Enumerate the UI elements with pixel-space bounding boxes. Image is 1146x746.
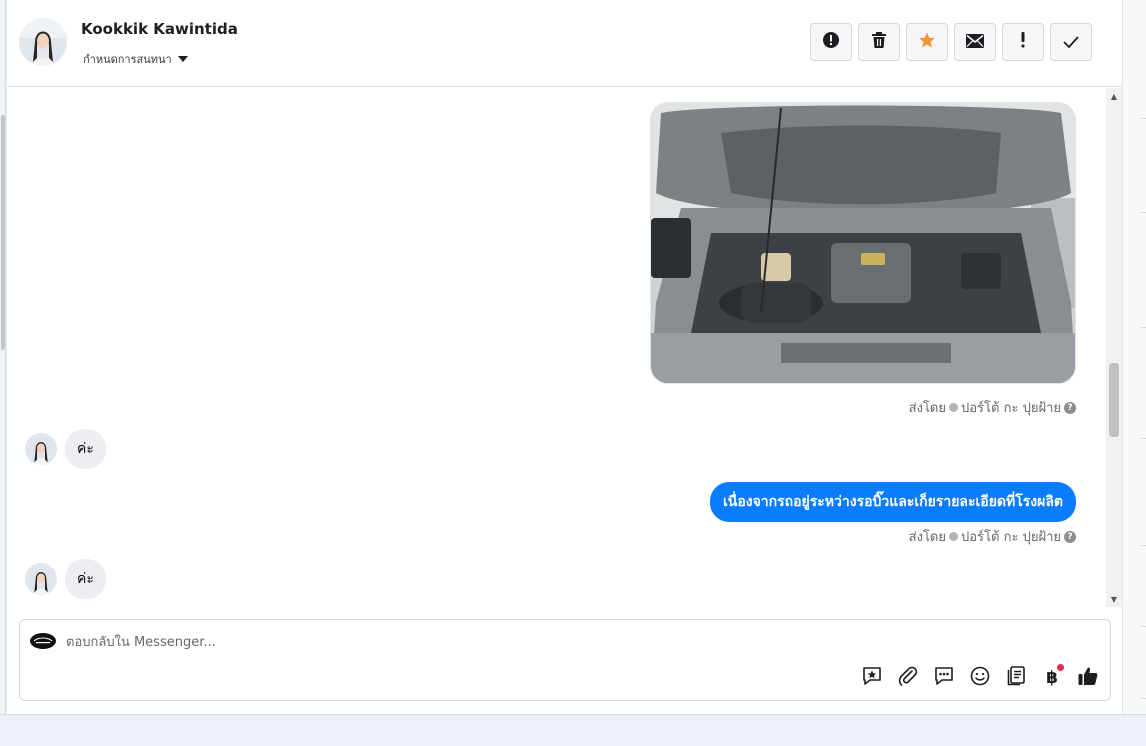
sent-by-label: ส่งโดย (908, 530, 946, 545)
like-button[interactable] (1076, 666, 1100, 690)
conversation-schedule-dropdown[interactable]: กำหนดการสนทนา (83, 50, 188, 68)
outgoing-sent-by: ส่งโดย ปอร์โต้ กะ ปุยฝ้าย ? (909, 526, 1076, 547)
sender-status-dot-icon (949, 532, 958, 541)
exclamation-icon (1020, 32, 1026, 52)
contact-avatar-small[interactable] (25, 433, 57, 465)
payment-button[interactable]: ฿ (1040, 664, 1064, 690)
contact-avatar-small[interactable] (25, 563, 57, 595)
sender-name[interactable]: ปอร์โต้ กะ ปุยฝ้าย (961, 526, 1061, 547)
notes-button[interactable] (1004, 665, 1028, 692)
baht-icon: ฿ (1046, 668, 1058, 688)
quick-reply-button[interactable] (932, 666, 956, 690)
chat-dots-icon (933, 665, 955, 692)
left-scrollbar-thumb[interactable] (1, 115, 5, 350)
scroll-up-arrow-icon[interactable]: ▲ (1109, 91, 1119, 101)
message-list: ส่งโดย ปอร์โต้ กะ ปุยฝ้าย ? ค่ะ เนื่องจา… (7, 88, 1106, 607)
composer-tools: ฿ (860, 664, 1100, 692)
message-photo-engine[interactable] (650, 102, 1076, 384)
sent-by-label: ส่งโดย (908, 401, 946, 416)
notification-dot (1057, 664, 1064, 671)
saved-reply-button[interactable] (860, 666, 884, 690)
star-icon (918, 31, 936, 53)
outgoing-message[interactable]: เนื่องจากรถอยู่ระหว่างรอบิ๊วและเก็ยรายละ… (710, 482, 1076, 522)
trash-icon (871, 31, 887, 53)
message-bubble[interactable]: ค่ะ (65, 559, 106, 599)
emoji-button[interactable] (968, 666, 992, 690)
star-button[interactable] (906, 23, 948, 61)
reply-input[interactable] (66, 632, 766, 652)
sender-name[interactable]: ปอร์โต้ กะ ปุยฝ้าย (961, 397, 1061, 418)
right-side-strip (1122, 0, 1146, 714)
attach-file-button[interactable] (896, 666, 920, 690)
caret-down-icon (177, 53, 188, 66)
sender-status-dot-icon (949, 403, 958, 412)
photo-sent-by: ส่งโดย ปอร์โต้ กะ ปุยฝ้าย ? (909, 397, 1076, 418)
envelope-icon (966, 33, 984, 52)
smiley-icon (969, 665, 991, 692)
delete-button[interactable] (858, 23, 900, 61)
mark-done-button[interactable] (1050, 23, 1092, 61)
contact-avatar[interactable] (19, 18, 67, 66)
conversation-toolbar (810, 23, 1092, 61)
help-icon[interactable]: ? (1064, 530, 1076, 543)
conversation-header: Kookkik Kawintida กำหนดการสนทนา (7, 0, 1122, 87)
page-logo-icon (29, 632, 57, 650)
scroll-down-arrow-icon[interactable]: ▼ (1109, 594, 1119, 604)
paperclip-icon (897, 665, 919, 692)
follow-up-button[interactable] (1002, 23, 1044, 61)
thumbs-up-icon (1077, 665, 1099, 692)
conversation-schedule-label: กำหนดการสนทนา (83, 53, 172, 66)
help-icon[interactable]: ? (1064, 401, 1076, 414)
message-bubble[interactable]: ค่ะ (65, 429, 106, 469)
document-icon (1005, 665, 1027, 692)
reply-composer: ฿ (19, 619, 1111, 701)
check-icon (1063, 33, 1079, 52)
message-list-scrollbar[interactable]: ▲ ▼ (1106, 88, 1122, 607)
incoming-message-2: ค่ะ (25, 559, 106, 599)
mark-unread-button[interactable] (954, 23, 996, 61)
left-scroll-strip (0, 0, 6, 714)
scrollbar-thumb[interactable] (1109, 363, 1119, 437)
report-icon (822, 31, 840, 53)
bottom-bar (0, 714, 1146, 746)
conversation-panel: Kookkik Kawintida กำหนดการสนทนา ส่งโดย ป… (7, 0, 1122, 714)
star-chat-icon (861, 665, 883, 692)
incoming-message-1: ค่ะ (25, 429, 106, 469)
contact-name[interactable]: Kookkik Kawintida (81, 20, 238, 38)
spam-button[interactable] (810, 23, 852, 61)
